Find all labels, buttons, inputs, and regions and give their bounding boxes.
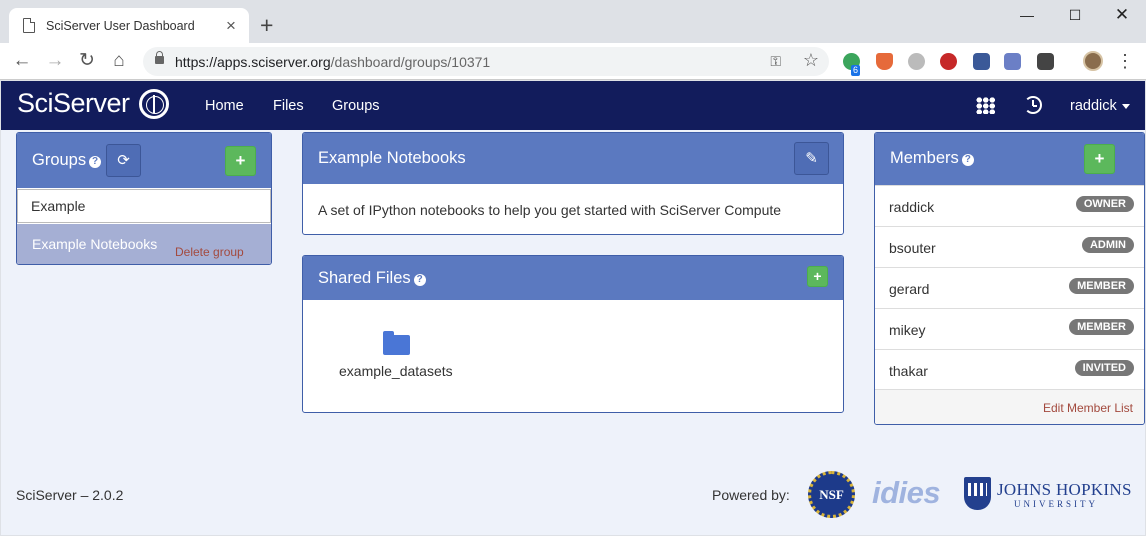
- close-tab-icon[interactable]: ×: [223, 16, 239, 36]
- role-badge: OWNER: [1075, 196, 1134, 212]
- lock-icon: [155, 51, 164, 64]
- brand-logo[interactable]: SciServer: [17, 88, 169, 119]
- help-icon[interactable]: ?: [89, 156, 102, 168]
- powered-by-text: Powered by:: [712, 487, 790, 503]
- groups-panel-header: Groups? ⟳ +: [17, 133, 271, 188]
- shared-files-title: Shared Files?: [318, 269, 426, 288]
- add-group-button[interactable]: +: [225, 146, 256, 176]
- extension-badge: 6: [851, 65, 861, 76]
- url-text: https://apps.sciserver.org/dashboard/gro…: [175, 54, 491, 70]
- profile-extension-icon[interactable]: [1004, 53, 1021, 70]
- reload-button[interactable]: ↻: [75, 49, 99, 73]
- member-name: bsouter: [889, 240, 936, 256]
- back-button[interactable]: ←: [10, 49, 34, 73]
- members-panel: Members? + raddick OWNER bsouter ADMIN g…: [874, 132, 1145, 425]
- member-row: bsouter ADMIN: [875, 226, 1144, 267]
- groups-title: Groups?: [32, 151, 102, 170]
- jhu-logo-text[interactable]: JOHNS HOPKINS: [997, 480, 1132, 500]
- red-extension-icon[interactable]: [940, 53, 957, 70]
- refresh-button[interactable]: ⟳: [106, 144, 141, 177]
- group-name: Example Notebooks: [32, 236, 158, 252]
- role-badge: MEMBER: [1069, 278, 1134, 294]
- refresh-icon: ⟳: [117, 152, 130, 169]
- minimize-button[interactable]: —: [1004, 4, 1050, 26]
- member-name: mikey: [889, 322, 926, 338]
- group-details-panel: Example Notebooks ✎ A set of IPython not…: [302, 132, 844, 235]
- member-row: thakar INVITED: [875, 349, 1144, 390]
- member-row: gerard MEMBER: [875, 267, 1144, 308]
- home-button[interactable]: ⌂: [107, 49, 131, 73]
- globe-icon: [138, 88, 169, 119]
- add-file-button[interactable]: +: [807, 266, 828, 287]
- edit-member-list-link[interactable]: Edit Member List: [1043, 401, 1133, 415]
- role-badge: ADMIN: [1081, 237, 1134, 253]
- role-badge: MEMBER: [1069, 319, 1134, 335]
- username: raddick: [1070, 98, 1117, 114]
- browser-tabstrip: SciServer User Dashboard × + — ☐ ✕: [0, 0, 1146, 43]
- nsf-logo[interactable]: NSF: [808, 471, 855, 518]
- apps-grid-icon[interactable]: [976, 97, 995, 114]
- brand-name: SciServer: [17, 88, 130, 118]
- forward-button[interactable]: →: [43, 49, 67, 73]
- groups-panel: Groups? ⟳ + Example Notebooks Delete gro…: [16, 132, 272, 265]
- help-icon[interactable]: ?: [961, 154, 974, 166]
- member-name: raddick: [889, 199, 935, 215]
- member-name: thakar: [889, 363, 928, 379]
- window-close-button[interactable]: ✕: [1099, 4, 1145, 26]
- delete-group-link[interactable]: Delete group: [175, 245, 244, 259]
- group-search-input[interactable]: [17, 189, 271, 223]
- edit-group-button[interactable]: ✎: [794, 142, 829, 175]
- group-description: A set of IPython notebooks to help you g…: [318, 202, 782, 218]
- new-tab-button[interactable]: +: [260, 12, 273, 39]
- circle-extension-icon[interactable]: [908, 53, 925, 70]
- member-row: raddick OWNER: [875, 185, 1144, 226]
- member-name: gerard: [889, 281, 930, 297]
- nav-groups[interactable]: Groups: [332, 98, 380, 114]
- shared-files-panel: Shared Files? + example_datasets: [302, 255, 844, 413]
- version-text: SciServer – 2.0.2: [16, 487, 124, 503]
- jhu-shield-icon: [964, 477, 991, 510]
- group-list-item[interactable]: Example Notebooks Delete group: [17, 224, 271, 264]
- address-bar[interactable]: https://apps.sciserver.org/dashboard/gro…: [143, 47, 829, 76]
- browser-tab[interactable]: SciServer User Dashboard ×: [9, 8, 249, 43]
- members-title: Members?: [890, 149, 974, 168]
- page-icon: [23, 18, 35, 33]
- maximize-button[interactable]: ☐: [1052, 4, 1098, 26]
- bookmark-star-icon[interactable]: ☆: [803, 50, 819, 71]
- key-icon[interactable]: ⚿: [770, 53, 781, 70]
- profile-avatar[interactable]: [1083, 51, 1103, 71]
- menu-kebab-icon[interactable]: ⋮: [1116, 51, 1134, 72]
- nav-home[interactable]: Home: [205, 98, 244, 114]
- cast-extension-icon[interactable]: [1037, 53, 1054, 70]
- history-icon[interactable]: [1024, 96, 1042, 114]
- bookmark-extension-icon[interactable]: [973, 53, 990, 70]
- members-panel-header: Members? +: [875, 133, 1144, 185]
- top-navbar: SciServer Home Files Groups raddick: [1, 81, 1145, 130]
- pencil-icon: ✎: [805, 150, 818, 167]
- app-viewport: SciServer Home Files Groups raddick Grou…: [1, 81, 1145, 535]
- user-menu[interactable]: raddick: [1070, 98, 1130, 114]
- group-details-title: Example Notebooks: [318, 149, 466, 167]
- role-badge: INVITED: [1074, 360, 1134, 376]
- member-row: mikey MEMBER: [875, 308, 1144, 349]
- caret-down-icon: [1121, 103, 1130, 109]
- browser-toolbar: ← → ↻ ⌂ https://apps.sciserver.org/dashb…: [0, 43, 1146, 80]
- idies-logo[interactable]: idies: [872, 475, 941, 511]
- group-details-header: Example Notebooks ✎: [303, 133, 843, 184]
- members-footer: Edit Member List: [875, 389, 1144, 424]
- nav-files[interactable]: Files: [273, 98, 304, 114]
- tab-title: SciServer User Dashboard: [46, 18, 195, 33]
- jhu-logo-subtext: UNIVERSITY: [1014, 499, 1098, 509]
- folder-icon[interactable]: [383, 331, 410, 355]
- folder-name[interactable]: example_datasets: [339, 363, 453, 379]
- shield-extension-icon[interactable]: [876, 53, 893, 70]
- shared-files-header: Shared Files? +: [303, 256, 843, 300]
- add-member-button[interactable]: +: [1084, 144, 1115, 174]
- help-icon[interactable]: ?: [413, 274, 426, 286]
